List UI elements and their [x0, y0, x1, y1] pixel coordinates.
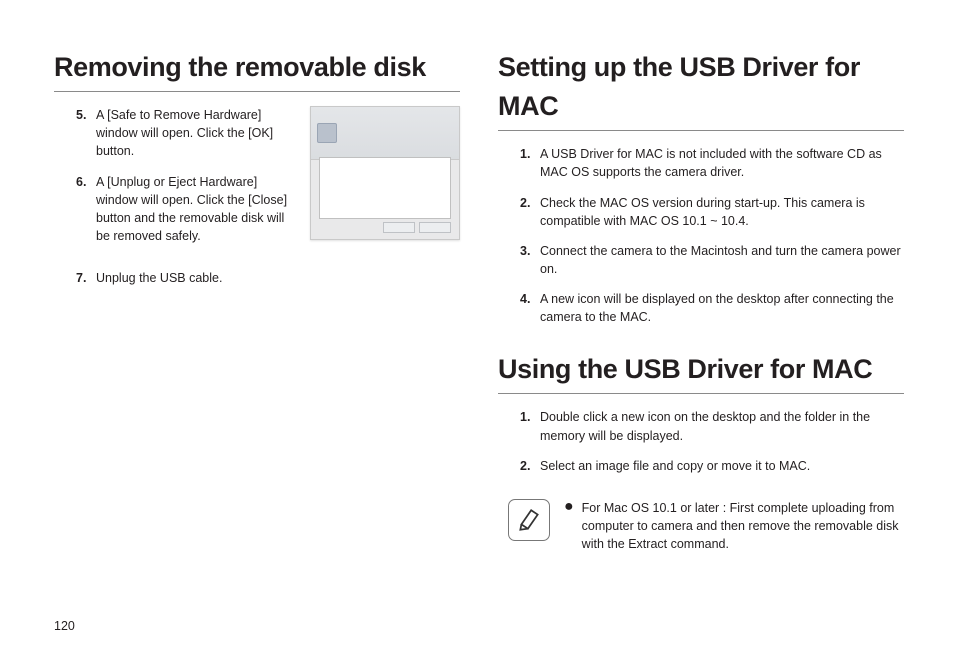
list-item: 1. A USB Driver for MAC is not included … [524, 145, 904, 181]
step-number: 5. [76, 106, 86, 124]
note-text: For Mac OS 10.1 or later : First complet… [582, 499, 904, 553]
step-number: 3. [520, 242, 530, 260]
step-number: 2. [520, 194, 530, 212]
divider [54, 91, 460, 92]
removing-steps: 5. A [Safe to Remove Hardware] window wi… [54, 106, 298, 245]
step-number: 7. [76, 269, 86, 287]
section-setup-mac: Setting up the USB Driver for MAC 1. A U… [498, 48, 904, 326]
step-text: Check the MAC OS version during start-up… [540, 196, 865, 228]
divider [498, 130, 904, 131]
step-text: Unplug the USB cable. [96, 271, 222, 285]
step-number: 6. [76, 173, 86, 191]
step-text: Double click a new icon on the desktop a… [540, 410, 870, 442]
heading-setup-mac: Setting up the USB Driver for MAC [498, 48, 904, 126]
step-text: Connect the camera to the Macintosh and … [540, 244, 901, 276]
heading-using-mac: Using the USB Driver for MAC [498, 350, 904, 389]
step-number: 4. [520, 290, 530, 308]
list-item: 5. A [Safe to Remove Hardware] window wi… [80, 106, 298, 160]
right-column: Setting up the USB Driver for MAC 1. A U… [498, 48, 904, 553]
left-column: Removing the removable disk 5. A [Safe t… [54, 48, 460, 553]
step-number: 2. [520, 457, 530, 475]
list-item: 1. Double click a new icon on the deskto… [524, 408, 904, 444]
step-text: A new icon will be displayed on the desk… [540, 292, 894, 324]
bullet-icon: ● [564, 499, 574, 553]
list-item: 6. A [Unplug or Eject Hardware] window w… [80, 173, 298, 246]
setup-steps: 1. A USB Driver for MAC is not included … [498, 145, 904, 326]
step-number: 1. [520, 145, 530, 163]
note-icon [508, 499, 550, 541]
list-item: 3. Connect the camera to the Macintosh a… [524, 242, 904, 278]
using-steps: 1. Double click a new icon on the deskto… [498, 408, 904, 474]
list-item: 4. A new icon will be displayed on the d… [524, 290, 904, 326]
section-using-mac: Using the USB Driver for MAC 1. Double c… [498, 350, 904, 553]
step-text: A [Safe to Remove Hardware] window will … [96, 108, 273, 158]
step-text: Select an image file and copy or move it… [540, 459, 810, 473]
step-text: A [Unplug or Eject Hardware] window will… [96, 175, 287, 243]
list-item: 2. Select an image file and copy or move… [524, 457, 904, 475]
removing-steps-continued: 7. Unplug the USB cable. [54, 269, 460, 287]
divider [498, 393, 904, 394]
heading-removing-disk: Removing the removable disk [54, 48, 460, 87]
note-box: ● For Mac OS 10.1 or later : First compl… [498, 499, 904, 553]
list-item: 7. Unplug the USB cable. [80, 269, 460, 287]
step-number: 1. [520, 408, 530, 426]
page-number: 120 [54, 617, 75, 635]
step-text: A USB Driver for MAC is not included wit… [540, 147, 882, 179]
dialog-screenshot [310, 106, 460, 240]
list-item: 2. Check the MAC OS version during start… [524, 194, 904, 230]
